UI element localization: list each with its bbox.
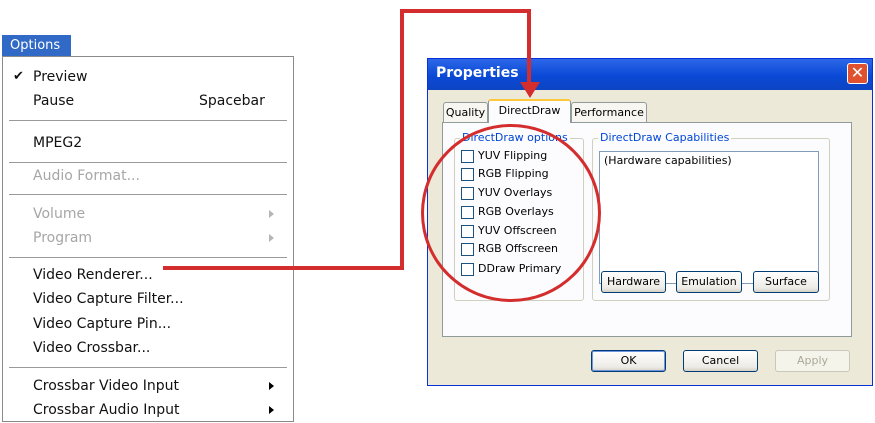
dialog-title: Properties bbox=[436, 65, 519, 81]
callout-line bbox=[400, 9, 531, 13]
close-icon[interactable]: ✕ bbox=[847, 63, 868, 84]
emulation-button[interactable]: Emulation bbox=[676, 271, 742, 293]
menu-separator bbox=[9, 194, 287, 195]
callout-line bbox=[163, 266, 403, 270]
menu-item-label: Audio Format... bbox=[33, 168, 140, 184]
menu-item-crossbar-audio-input[interactable]: Crossbar Audio Input bbox=[3, 398, 293, 422]
menu-item-crossbar-video-input[interactable]: Crossbar Video Input bbox=[3, 374, 293, 398]
capabilities-list[interactable]: (Hardware capabilities) bbox=[599, 151, 819, 284]
menu-item-label: Video Crossbar... bbox=[33, 340, 151, 356]
menu-item-pause[interactable]: Pause Spacebar bbox=[3, 89, 293, 113]
menu-item-label: Program bbox=[33, 230, 93, 246]
menu-item-label: Preview bbox=[33, 69, 88, 85]
menu-separator bbox=[9, 257, 287, 258]
menu-separator bbox=[9, 162, 287, 163]
cancel-button[interactable]: Cancel bbox=[683, 350, 758, 372]
callout-arrow-icon bbox=[520, 82, 540, 98]
submenu-arrow-icon bbox=[269, 382, 274, 390]
menu-item-video-capture-filter[interactable]: Video Capture Filter... bbox=[3, 287, 293, 311]
menu-item-volume: Volume bbox=[3, 202, 293, 226]
callout-line bbox=[400, 9, 404, 270]
submenu-arrow-icon bbox=[269, 210, 274, 218]
menu-item-program: Program bbox=[3, 226, 293, 250]
submenu-arrow-icon bbox=[269, 406, 274, 414]
tab-performance[interactable]: Performance bbox=[571, 102, 647, 123]
menu-separator bbox=[9, 367, 287, 368]
options-menu-title[interactable]: Options bbox=[2, 35, 71, 56]
menu-item-video-capture-pin[interactable]: Video Capture Pin... bbox=[3, 312, 293, 336]
menu-item-preview[interactable]: ✔ Preview bbox=[3, 65, 293, 89]
tab-directdraw[interactable]: DirectDraw bbox=[488, 99, 571, 123]
menu-item-label: Crossbar Video Input bbox=[33, 378, 179, 394]
ok-button[interactable]: OK bbox=[591, 350, 666, 372]
menu-item-label: Volume bbox=[33, 206, 86, 222]
dialog-titlebar[interactable]: Properties ✕ bbox=[428, 59, 872, 90]
group-title: DirectDraw Capabilities bbox=[598, 131, 732, 144]
options-menu: ✔ Preview Pause Spacebar MPEG2 Audio For… bbox=[2, 56, 294, 422]
callout-line bbox=[527, 9, 531, 84]
menu-item-label: Pause bbox=[33, 93, 75, 109]
checkmark-icon: ✔ bbox=[13, 69, 24, 84]
menu-item-label: Video Renderer... bbox=[33, 267, 153, 283]
menu-item-mpeg2[interactable]: MPEG2 bbox=[3, 131, 293, 155]
highlight-circle bbox=[421, 124, 601, 302]
hardware-button[interactable]: Hardware bbox=[601, 271, 666, 293]
menu-item-audio-format: Audio Format... bbox=[3, 164, 293, 188]
menu-item-label: Video Capture Filter... bbox=[33, 291, 184, 307]
menu-item-video-crossbar[interactable]: Video Crossbar... bbox=[3, 336, 293, 360]
shortcut-label: Spacebar bbox=[199, 93, 265, 109]
surface-button[interactable]: Surface bbox=[753, 271, 819, 293]
menu-item-label: Crossbar Audio Input bbox=[33, 402, 180, 418]
tab-quality[interactable]: Quality bbox=[443, 102, 488, 123]
menu-item-label: MPEG2 bbox=[33, 135, 83, 151]
submenu-arrow-icon bbox=[269, 234, 274, 242]
apply-button: Apply bbox=[775, 350, 850, 372]
menu-separator bbox=[9, 120, 287, 121]
menu-item-label: Video Capture Pin... bbox=[33, 316, 172, 332]
